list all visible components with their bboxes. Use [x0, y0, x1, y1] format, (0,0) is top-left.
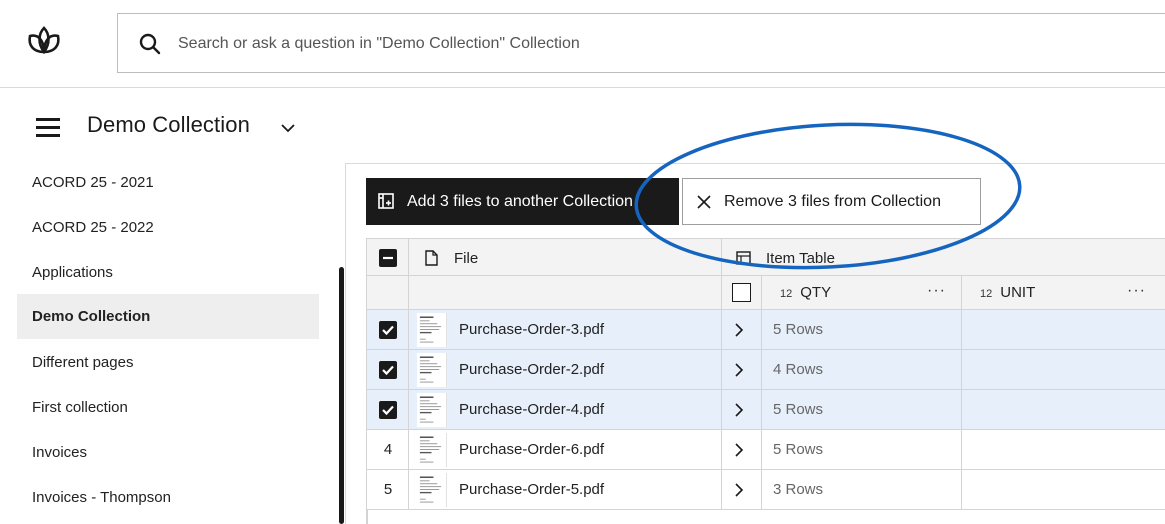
add-to-collection-button[interactable]: Add 3 files to another Collection [366, 178, 679, 225]
select-all-cell [367, 238, 409, 276]
expand-row-cell[interactable] [722, 470, 762, 510]
number-type-icon: 12 [780, 288, 793, 300]
panel-divider [345, 163, 346, 524]
sidebar-item-acord-2021[interactable]: ACORD 25 - 2021 [17, 160, 319, 205]
qty-column-menu-icon[interactable]: ··· [927, 282, 946, 300]
table-icon [736, 251, 751, 265]
row-checkbox[interactable] [379, 361, 397, 379]
content-top-divider [345, 163, 1165, 164]
row-select-cell[interactable]: 4 [367, 430, 409, 470]
row-checkbox[interactable] [379, 401, 397, 419]
row-count: 4 Rows [773, 361, 824, 378]
sidebar-item-different-pages[interactable]: Different pages [17, 340, 319, 385]
subheader-blank-cell [367, 276, 409, 310]
add-button-label: Add 3 files to another Collection [407, 192, 633, 210]
unit-column-menu-icon[interactable]: ··· [1127, 282, 1146, 300]
chevron-right-icon[interactable] [734, 442, 744, 458]
qty-column-header[interactable]: 12 QTY ··· [762, 276, 962, 310]
chevron-right-icon[interactable] [734, 322, 744, 338]
collection-header: Demo Collection [0, 100, 600, 150]
row-select-cell[interactable]: 5 [367, 470, 409, 510]
subheader-expand-cell [722, 276, 762, 310]
document-thumbnail [417, 353, 447, 387]
row-number: 5 [383, 481, 393, 498]
row-number: 4 [383, 441, 393, 458]
unit-column-header[interactable]: 12 UNIT ··· [962, 276, 1165, 310]
unit-cell[interactable] [962, 390, 1165, 430]
table-row[interactable]: Purchase-Order-6.pdf [409, 430, 722, 470]
files-table: File Item Table 12 QTY ··· 12 UNIT ··· P… [366, 238, 1165, 524]
search-input[interactable] [178, 29, 1078, 59]
sidebar-scrollbar[interactable] [339, 267, 344, 524]
file-name[interactable]: Purchase-Order-5.pdf [459, 481, 604, 498]
table-edge [367, 510, 368, 524]
file-name[interactable]: Purchase-Order-4.pdf [459, 401, 604, 418]
row-count: 5 Rows [773, 401, 824, 418]
qty-cell[interactable]: 4 Rows [762, 350, 962, 390]
file-header-label: File [454, 250, 479, 267]
chevron-right-icon[interactable] [734, 402, 744, 418]
unit-cell[interactable] [962, 430, 1165, 470]
row-select-cell[interactable] [367, 390, 409, 430]
sidebar-item-invoices-thompson[interactable]: Invoices - Thompson [17, 475, 319, 520]
qty-header-label: QTY [800, 284, 832, 301]
unit-header-label: UNIT [1000, 284, 1036, 301]
sidebar-item-first-collection[interactable]: First collection [17, 385, 319, 430]
document-thumbnail [417, 393, 447, 427]
item-table-group-header[interactable]: Item Table [722, 238, 1165, 276]
item-table-label: Item Table [766, 250, 835, 267]
row-select-cell[interactable] [367, 350, 409, 390]
qty-cell[interactable]: 3 Rows [762, 470, 962, 510]
file-icon [425, 250, 438, 266]
unit-cell[interactable] [962, 350, 1165, 390]
table-row[interactable]: Purchase-Order-3.pdf [409, 310, 722, 350]
document-thumbnail [417, 473, 447, 507]
qty-cell[interactable]: 5 Rows [762, 390, 962, 430]
sidebar-item-demo-collection[interactable]: Demo Collection [17, 294, 319, 339]
row-count: 5 Rows [773, 321, 824, 338]
subrow-checkbox[interactable] [732, 283, 751, 302]
page-title[interactable]: Demo Collection [87, 112, 250, 138]
qty-cell[interactable]: 5 Rows [762, 310, 962, 350]
brand-logo-icon[interactable] [24, 22, 64, 62]
row-count: 5 Rows [773, 441, 824, 458]
select-all-checkbox[interactable] [379, 249, 397, 267]
unit-cell[interactable] [962, 310, 1165, 350]
remove-from-collection-button[interactable]: Remove 3 files from Collection [682, 178, 981, 225]
file-column-header[interactable]: File [409, 238, 722, 276]
sidebar-item-acord-2022[interactable]: ACORD 25 - 2022 [17, 205, 319, 250]
table-row[interactable]: Purchase-Order-5.pdf [409, 470, 722, 510]
sidebar-item-applications[interactable]: Applications [17, 250, 319, 295]
number-type-icon: 12 [980, 288, 993, 300]
row-count: 3 Rows [773, 481, 824, 498]
file-name[interactable]: Purchase-Order-2.pdf [459, 361, 604, 378]
row-checkbox[interactable] [379, 321, 397, 339]
qty-cell[interactable]: 5 Rows [762, 430, 962, 470]
remove-button-label: Remove 3 files from Collection [724, 192, 941, 210]
document-thumbnail [417, 313, 447, 347]
search-box[interactable] [117, 13, 1165, 73]
expand-row-cell[interactable] [722, 430, 762, 470]
table-row[interactable]: Purchase-Order-2.pdf [409, 350, 722, 390]
chevron-right-icon[interactable] [734, 362, 744, 378]
chevron-down-icon[interactable] [280, 122, 296, 134]
menu-icon[interactable] [36, 118, 60, 137]
file-name[interactable]: Purchase-Order-6.pdf [459, 441, 604, 458]
document-thumbnail [417, 433, 447, 467]
search-icon [139, 33, 161, 55]
row-select-cell[interactable] [367, 310, 409, 350]
chevron-right-icon[interactable] [734, 482, 744, 498]
unit-cell[interactable] [962, 470, 1165, 510]
expand-row-cell[interactable] [722, 390, 762, 430]
sidebar-item-invoices[interactable]: Invoices [17, 430, 319, 475]
close-icon [697, 195, 711, 209]
table-row[interactable]: Purchase-Order-4.pdf [409, 390, 722, 430]
subheader-file-cell [409, 276, 722, 310]
expand-row-cell[interactable] [722, 350, 762, 390]
top-bar [0, 0, 1165, 88]
add-to-collection-icon [378, 193, 394, 209]
file-name[interactable]: Purchase-Order-3.pdf [459, 321, 604, 338]
collection-sidebar: ACORD 25 - 2021 ACORD 25 - 2022 Applicat… [17, 160, 319, 524]
expand-row-cell[interactable] [722, 310, 762, 350]
